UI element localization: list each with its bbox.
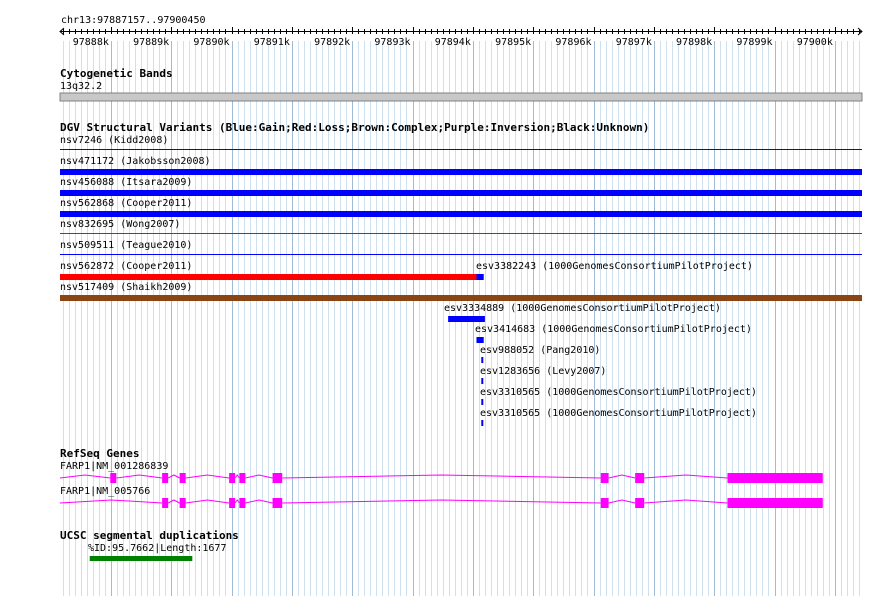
dgv-feature-14[interactable] <box>481 420 484 426</box>
refseq-exon[interactable] <box>635 473 645 483</box>
refseq-track-title: RefSeq Genes <box>60 447 140 460</box>
dgv-feature-5[interactable] <box>60 254 862 255</box>
dgv-feature-10[interactable] <box>476 337 484 343</box>
refseq-exon[interactable] <box>600 473 609 483</box>
segdup-label[interactable]: %ID:95.7662|Length:1677 <box>88 543 226 555</box>
ruler-track[interactable]: 97888k 97889k 97890k 97891k 97892k 97893k 9789… <box>59 27 863 48</box>
refseq-exon[interactable] <box>229 498 236 508</box>
ruler-tick-label: 97888k <box>73 37 109 48</box>
dgv-label-esv988052[interactable]: esv988052 (Pang2010) <box>480 345 600 357</box>
genome-browser-canvas: 97888k 97889k 97890k 97891k 97892k 97893k 9789… <box>59 27 863 596</box>
refseq-exon[interactable] <box>272 473 283 483</box>
dgv-feature-12[interactable] <box>481 378 484 384</box>
dgv-label-nsv562868[interactable]: nsv562868 (Cooper2011) <box>60 198 192 210</box>
dgv-feature-0[interactable] <box>60 149 862 150</box>
cytoband-track[interactable] <box>59 92 863 102</box>
ruler-tick-label: 97895k <box>495 37 531 48</box>
refseq-exon[interactable] <box>239 473 246 483</box>
refseq-label-nm005766[interactable]: FARP1|NM_005766 <box>60 486 150 498</box>
dgv-label-nsv471172[interactable]: nsv471172 (Jakobsson2008) <box>60 156 211 168</box>
refseq-exon[interactable] <box>727 473 823 483</box>
refseq-exon[interactable] <box>600 498 609 508</box>
dgv-feature-3[interactable] <box>60 211 862 217</box>
dgv-label-esv3382243[interactable]: esv3382243 (1000GenomesConsortiumPilotPr… <box>476 261 753 273</box>
dgv-feature-9[interactable] <box>448 316 485 322</box>
refseq-label-nm001286839[interactable]: FARP1|NM_001286839 <box>60 461 168 473</box>
ruler-tick-label: 97896k <box>555 37 591 48</box>
dgv-label-nsv509511[interactable]: nsv509511 (Teague2010) <box>60 240 192 252</box>
refseq-exon[interactable] <box>162 498 169 508</box>
dgv-label-esv3310565-a[interactable]: esv3310565 (1000GenomesConsortiumPilotPr… <box>480 387 757 399</box>
dgv-feature-4[interactable] <box>60 233 862 234</box>
ruler-tick-label: 97900k <box>797 37 833 48</box>
refseq-exon[interactable] <box>162 473 169 483</box>
ruler-tick-label: 97891k <box>254 37 290 48</box>
dgv-feature-6[interactable] <box>60 274 478 280</box>
dgv-feature-11[interactable] <box>481 357 484 363</box>
cytoband-track-title: Cytogenetic Bands <box>60 67 173 80</box>
refseq-exon[interactable] <box>110 473 117 483</box>
refseq-exon[interactable] <box>635 498 645 508</box>
ruler-tick-label: 97892k <box>314 37 350 48</box>
ruler-tick-label: 97894k <box>435 37 471 48</box>
ruler-tick-label: 97899k <box>736 37 772 48</box>
dgv-label-nsv517409[interactable]: nsv517409 (Shaikh2009) <box>60 282 192 294</box>
segdup-track[interactable] <box>89 556 193 561</box>
ruler-tick-label: 97890k <box>193 37 229 48</box>
refseq-exon[interactable] <box>229 473 236 483</box>
ruler-tick-label: 97893k <box>374 37 410 48</box>
dgv-label-esv1283656[interactable]: esv1283656 (Levy2007) <box>480 366 606 378</box>
dgv-feature-8[interactable] <box>60 295 862 301</box>
dgv-feature-2[interactable] <box>60 190 862 196</box>
refseq-exon[interactable] <box>179 473 186 483</box>
refseq-exon[interactable] <box>239 498 246 508</box>
dgv-label-nsv7246[interactable]: nsv7246 (Kidd2008) <box>60 135 168 147</box>
region-label: chr13:97887157..97900450 <box>61 15 206 26</box>
segdup-track-title: UCSC segmental duplications <box>60 529 239 542</box>
ruler-tick-label: 97897k <box>616 37 652 48</box>
dgv-label-esv3334889[interactable]: esv3334889 (1000GenomesConsortiumPilotPr… <box>444 303 721 315</box>
ruler-tick-label: 97898k <box>676 37 712 48</box>
refseq-exon[interactable] <box>179 498 186 508</box>
refseq-exon[interactable] <box>727 498 823 508</box>
dgv-feature-7[interactable] <box>476 274 484 280</box>
dgv-label-nsv456088[interactable]: nsv456088 (Itsara2009) <box>60 177 192 189</box>
cytoband-bar[interactable] <box>59 92 863 102</box>
dgv-label-esv3310565-b[interactable]: esv3310565 (1000GenomesConsortiumPilotPr… <box>480 408 757 420</box>
refseq-exon[interactable] <box>272 498 283 508</box>
dgv-feature-1[interactable] <box>60 169 862 175</box>
dgv-label-nsv832695[interactable]: nsv832695 (Wong2007) <box>60 219 180 231</box>
dgv-label-nsv562872[interactable]: nsv562872 (Cooper2011) <box>60 261 192 273</box>
dgv-label-esv3414683[interactable]: esv3414683 (1000GenomesConsortiumPilotPr… <box>475 324 752 336</box>
cytoband-name: 13q32.2 <box>60 81 103 92</box>
dgv-track-title: DGV Structural Variants (Blue:Gain;Red:L… <box>60 121 650 134</box>
refseq-intron-line[interactable] <box>59 474 728 479</box>
ruler-tick-label: 97889k <box>133 37 169 48</box>
dgv-feature-13[interactable] <box>481 399 484 405</box>
segdup-bar[interactable] <box>89 556 193 561</box>
refseq-intron-line[interactable] <box>59 499 728 504</box>
